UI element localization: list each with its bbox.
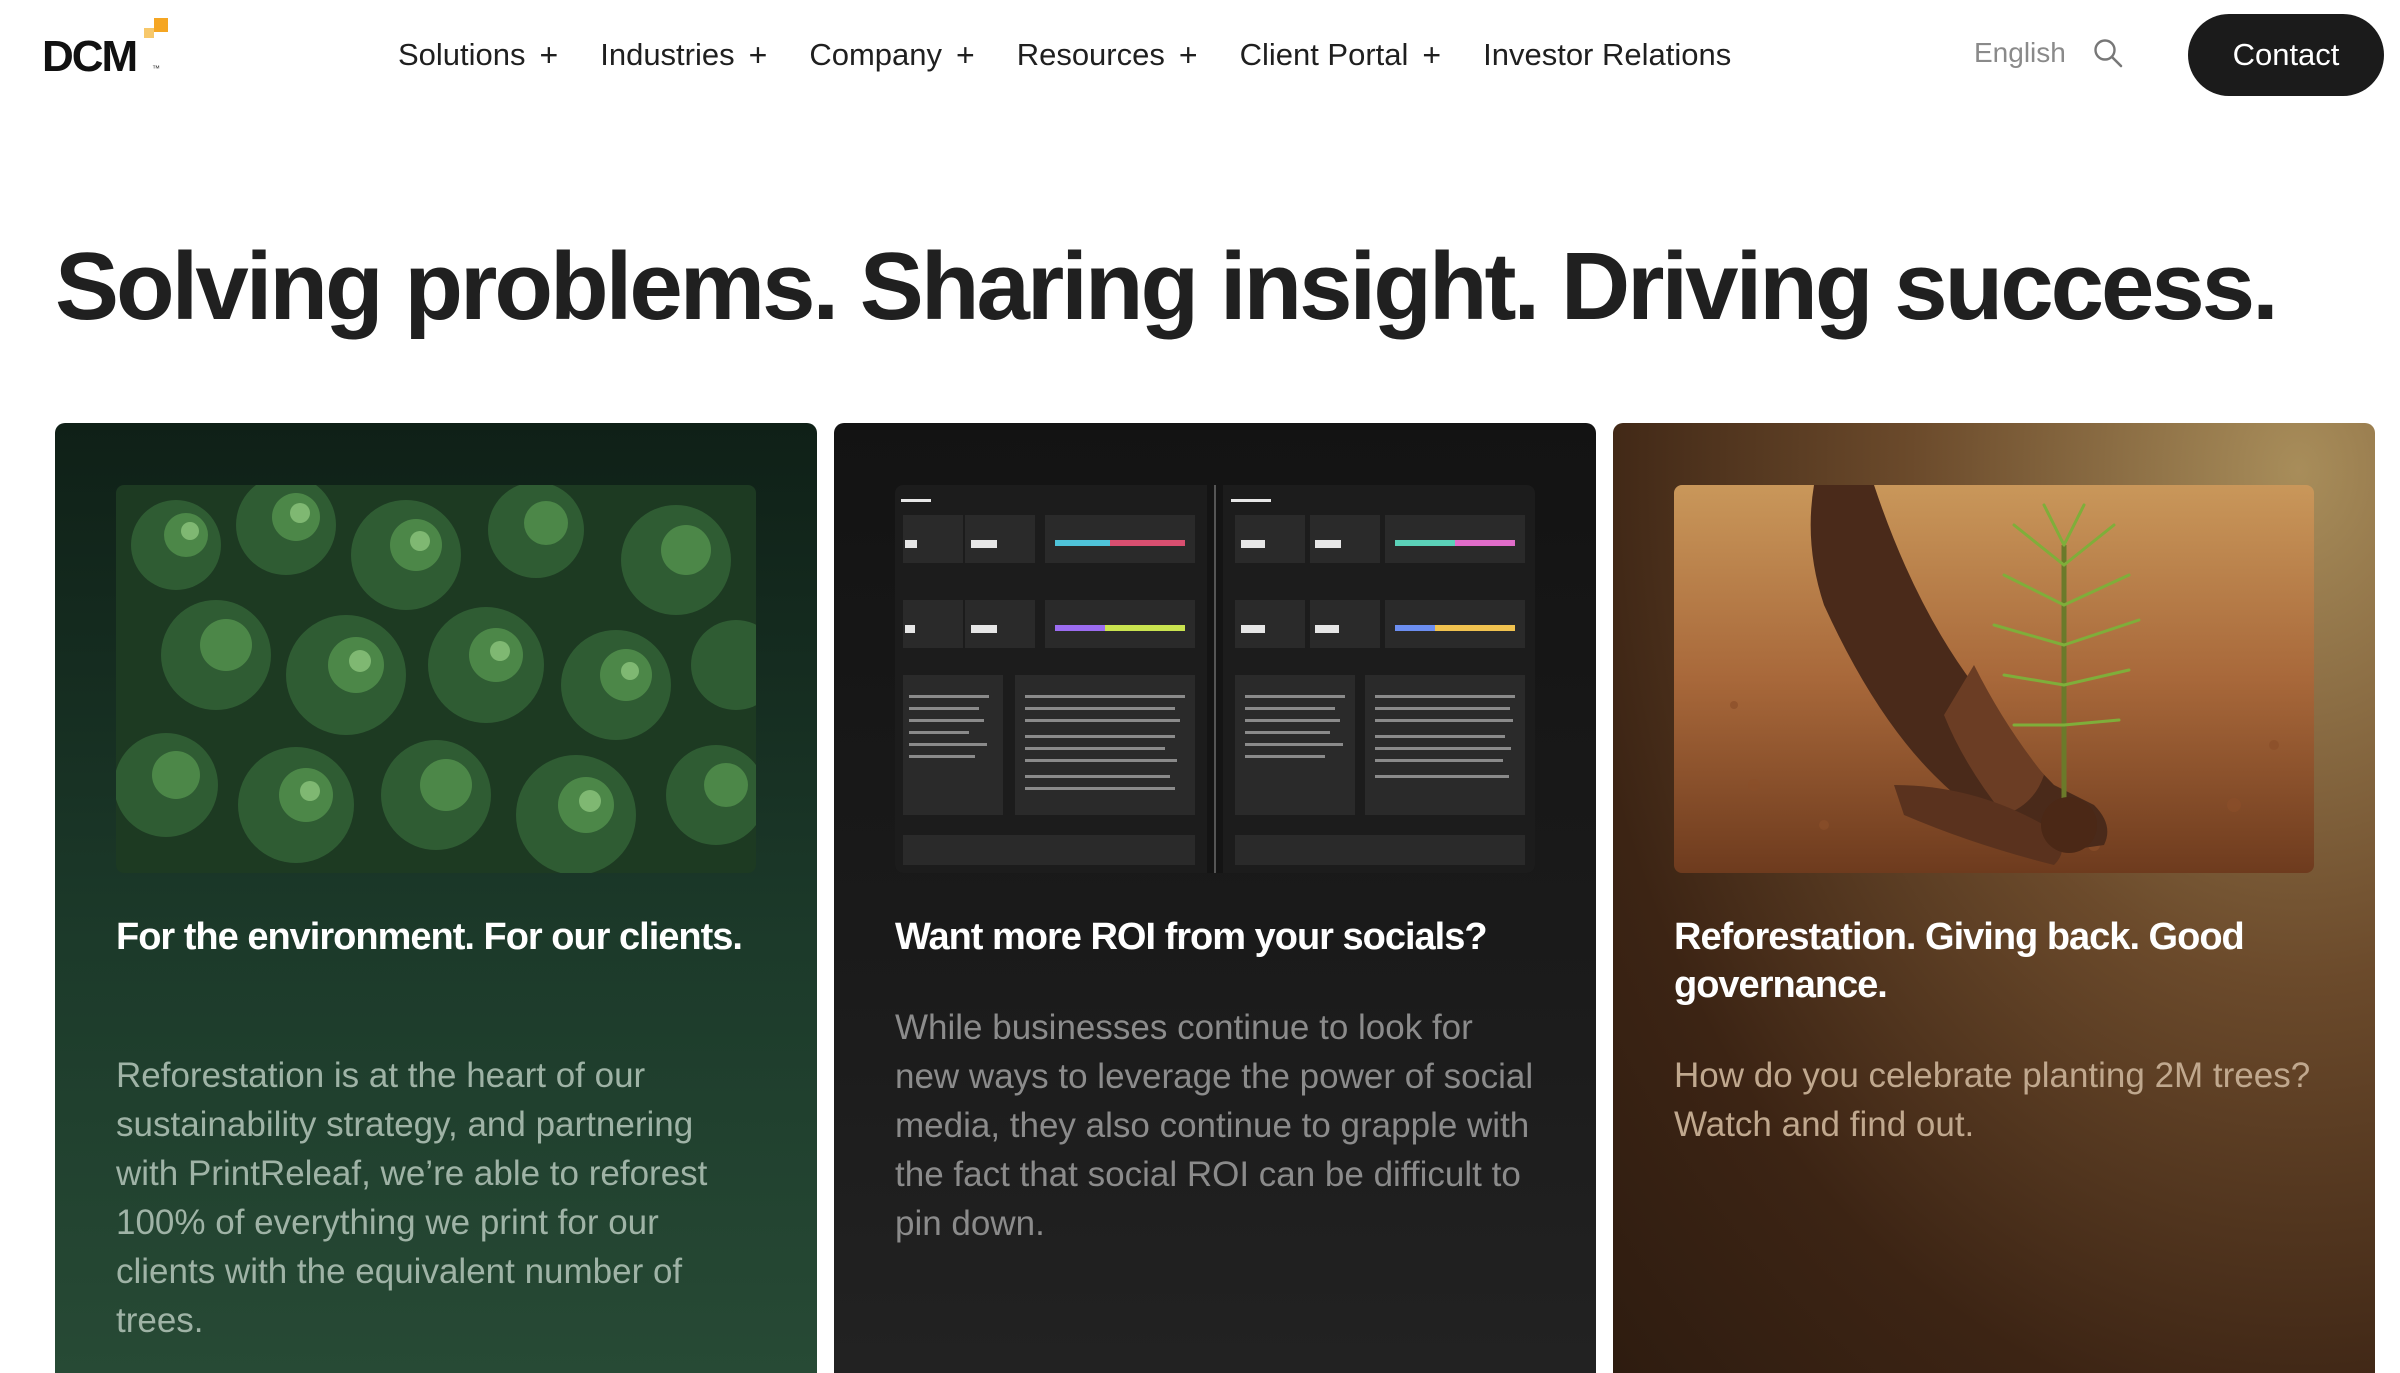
card-environment[interactable]: For the environment. For our clients. Re… xyxy=(55,423,817,1373)
menu-item-label: Company xyxy=(809,37,942,72)
card-title: For the environment. For our clients. xyxy=(116,916,743,958)
top-navigation: DCM ™ Solutions + Industries + Company +… xyxy=(0,0,2400,110)
card-title: Want more ROI from your socials? xyxy=(895,916,1488,958)
menu-item-resources[interactable]: Resources + xyxy=(1017,37,1198,73)
plus-icon: + xyxy=(1178,37,1198,73)
main-menu: Solutions + Industries + Company + Resou… xyxy=(398,0,1773,110)
card-title: Reforestation. Giving back. Good governa… xyxy=(1674,916,2245,1006)
hands-planting-sapling-image xyxy=(1674,485,2314,873)
menu-item-solutions[interactable]: Solutions + xyxy=(398,37,558,73)
menu-item-label: Resources xyxy=(1016,37,1165,72)
menu-item-investor-relations[interactable]: Investor Relations xyxy=(1483,37,1731,73)
search-icon[interactable] xyxy=(2092,37,2124,69)
contact-button[interactable]: Contact xyxy=(2188,14,2384,96)
menu-item-client-portal[interactable]: Client Portal + xyxy=(1240,37,1442,73)
hero-heading: Solving problems. Sharing insight. Drivi… xyxy=(55,233,2279,340)
trademark-mark: ™ xyxy=(152,64,160,73)
menu-item-label: Industries xyxy=(600,37,735,72)
card-description: How do you celebrate planting 2M trees? … xyxy=(1674,1056,2311,1144)
menu-item-label: Investor Relations xyxy=(1483,37,1732,72)
logo-wordmark: DCM xyxy=(42,32,138,81)
card-description: Reforestation is at the heart of our sus… xyxy=(116,1056,708,1340)
aerial-forest-image xyxy=(116,485,756,873)
dcm-logo[interactable]: DCM ™ xyxy=(42,18,182,81)
menu-item-industries[interactable]: Industries + xyxy=(600,37,767,73)
logo-accent-square-small xyxy=(144,28,154,38)
plus-icon: + xyxy=(956,37,975,73)
card-social-roi[interactable]: Want more ROI from your socials? While b… xyxy=(834,423,1596,1373)
card-description: While businesses continue to look for ne… xyxy=(895,1008,1534,1243)
menu-item-label: Client Portal xyxy=(1239,37,1409,72)
logo-accent-square xyxy=(154,18,168,32)
menu-item-company[interactable]: Company + xyxy=(809,37,974,73)
social-insights-report-image xyxy=(895,485,1535,873)
language-selector[interactable]: English xyxy=(1974,37,2066,69)
card-reforestation[interactable]: Reforestation. Giving back. Good governa… xyxy=(1613,423,2375,1373)
plus-icon: + xyxy=(1422,37,1442,73)
plus-icon: + xyxy=(748,37,768,73)
plus-icon: + xyxy=(539,37,559,73)
menu-item-label: Solutions xyxy=(398,37,526,72)
